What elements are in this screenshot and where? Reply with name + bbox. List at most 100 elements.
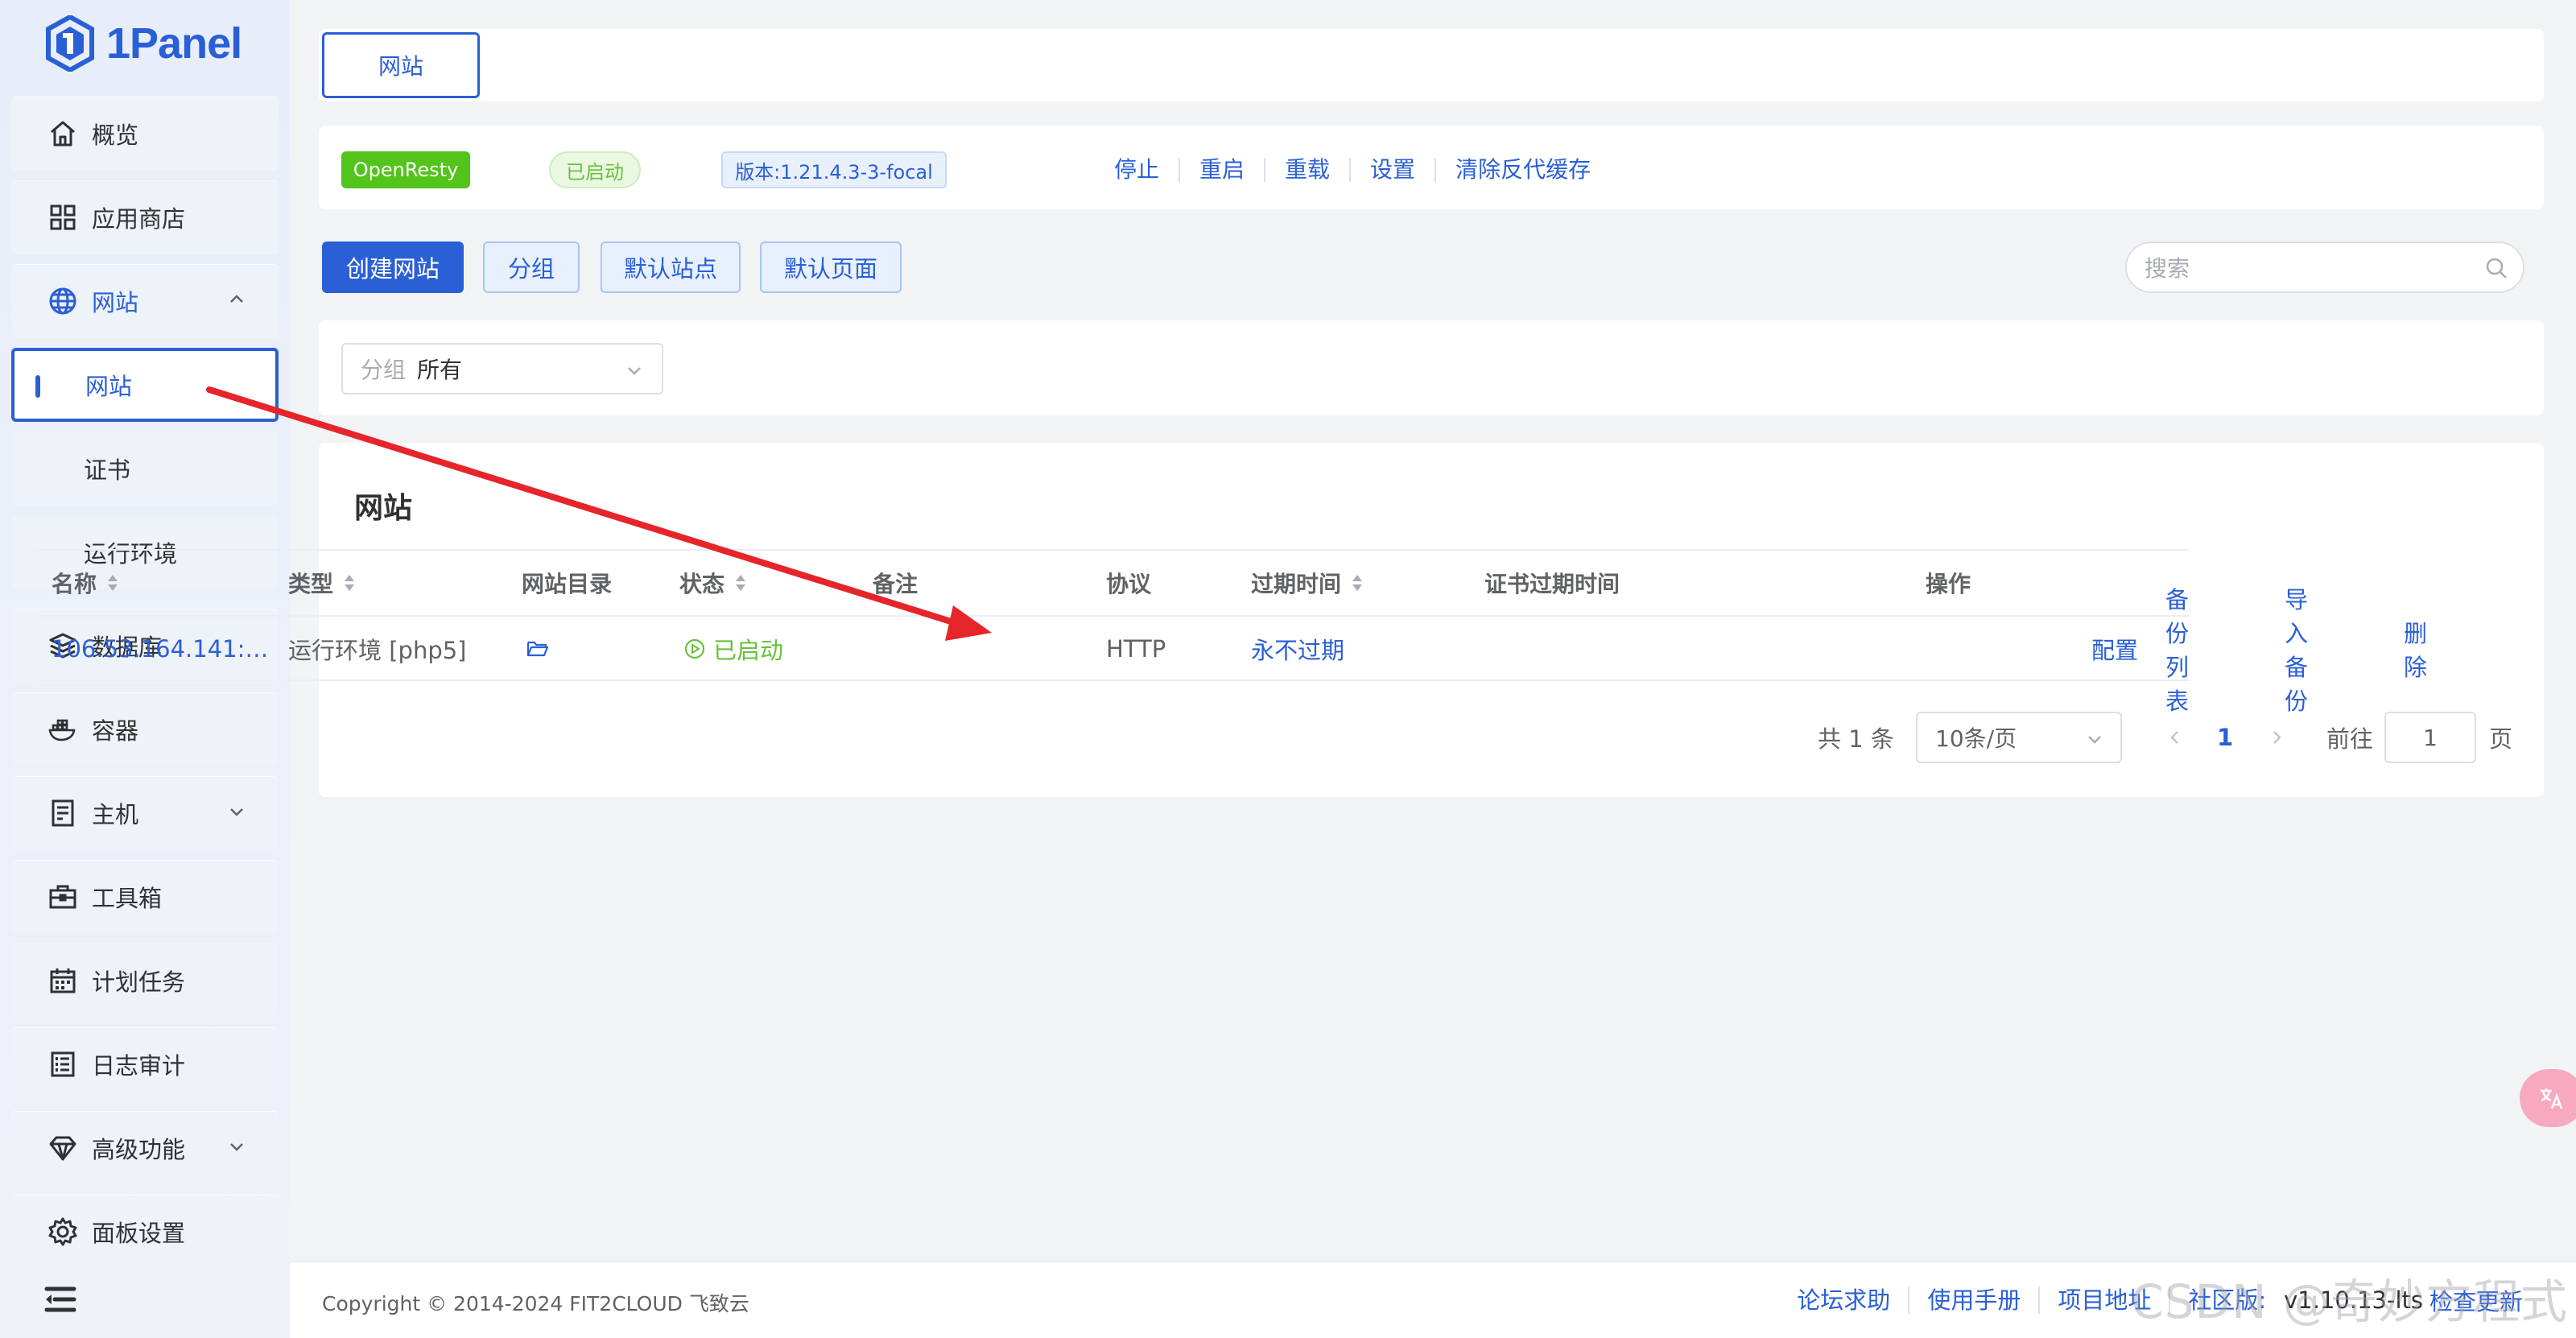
delete-button[interactable]: 删除 [2404,617,2427,681]
column-header-expire[interactable]: 过期时间 [1251,551,1364,615]
group-select[interactable]: 分组 所有 [341,343,663,394]
sidebar-item-overview[interactable]: 概览 [11,97,279,171]
app-name-tag: OpenResty [341,151,470,188]
logo[interactable]: 1Panel [45,14,242,72]
sidebar-subitem-label: 证书 [84,456,131,484]
column-label: 状态 [679,571,725,597]
chevron-up-icon [230,295,243,303]
globe-icon [47,285,79,317]
app-status-bar: OpenResty 已启动 版本:1.21.4.3-3-focal 停止 重启 … [319,126,2544,209]
chevron-left-icon[interactable] [2165,728,2185,747]
page-suffix: 页 [2489,725,2513,753]
sort-icon[interactable] [1351,572,1364,593]
stop-button[interactable]: 停止 [1114,158,1181,182]
server-icon [47,797,79,829]
sidebar-item-app-store[interactable]: 应用商店 [11,180,279,254]
sidebar-item-advanced[interactable]: 高级功能 [11,1111,279,1185]
sidebar-item-host[interactable]: 主机 [11,776,279,850]
1panel-logo-icon [46,15,94,72]
sort-icon[interactable] [106,572,119,593]
website-expire-link[interactable]: 永不过期 [1251,617,1344,681]
import-backup-button[interactable]: 导入备份 [2285,586,2308,715]
settings-button[interactable]: 设置 [1351,158,1437,182]
calendar-icon [47,964,79,997]
goto-page-input[interactable]: 1 [2384,712,2476,763]
chevron-down-icon [628,367,641,375]
tab-website[interactable]: 网站 [322,32,480,98]
tab-bar: 网站 [319,29,2544,101]
sort-icon[interactable] [343,572,356,593]
column-header-actions: 操作 [1926,551,1971,615]
sidebar-item-website[interactable]: 网站 [11,264,279,338]
group-button[interactable]: 分组 [483,242,580,293]
home-icon [47,118,79,150]
column-label: 协议 [1106,571,1152,597]
backup-list-button[interactable]: 备份列表 [2165,586,2190,715]
create-website-button[interactable]: 创建网站 [322,242,464,293]
column-label: 名称 [52,571,97,597]
chevron-down-icon [230,808,243,816]
reload-button[interactable]: 重载 [1265,158,1352,182]
goto-label: 前往 [2326,725,2374,753]
website-name-link[interactable]: 106.53.164.141:… [52,617,268,681]
chevron-down-icon [2088,736,2101,744]
column-header-type[interactable]: 类型 [288,551,356,615]
sidebar-item-label: 应用商店 [92,205,186,233]
forum-help-link[interactable]: 论坛求助 [1779,1286,1910,1314]
watermark: CSDN @奇妙方程式 [2131,1274,2568,1329]
default-page-button[interactable]: 默认页面 [760,242,902,293]
table-header: 名称 类型 网站目录 状态 备注 协议 过期时间 证书过期时间 操作 [35,549,2190,617]
column-header-name[interactable]: 名称 [52,551,119,615]
column-label: 备注 [873,571,919,597]
table-title: 网站 [354,492,413,525]
sidebar-item-label: 容器 [92,717,139,745]
column-label: 网站目录 [522,571,613,597]
user-manual-link[interactable]: 使用手册 [1909,1286,2041,1314]
sidebar-item-label: 网站 [92,289,139,316]
sort-icon[interactable] [734,572,747,593]
sidebar-item-toolbox[interactable]: 工具箱 [11,860,279,934]
config-button[interactable]: 配置 [2091,617,2138,681]
sidebar-item-logs[interactable]: 日志审计 [11,1027,279,1101]
filter-bar: 分组 所有 [319,320,2544,415]
column-header-status[interactable]: 状态 [679,551,747,615]
column-label: 类型 [288,571,334,597]
column-header-cert-expire: 证书过期时间 [1484,551,1620,615]
translate-button[interactable] [2520,1069,2576,1127]
sidebar-subitem-label: 网站 [85,373,133,400]
sidebar-item-container[interactable]: 容器 [11,692,279,766]
app-status-badge: 已启动 [549,151,641,188]
search-input[interactable]: 搜索 [2125,242,2524,293]
chevron-down-icon [230,1143,243,1151]
folder-open-icon[interactable] [526,639,549,659]
website-status[interactable]: 已启动 [684,617,783,681]
gear-icon [47,1216,79,1248]
grid-icon [47,201,79,233]
diamond-icon [47,1132,79,1164]
collapse-menu-icon[interactable] [43,1285,77,1314]
translate-icon [2541,1088,2563,1109]
docker-icon [47,713,79,745]
sidebar-item-cronjob[interactable]: 计划任务 [11,944,279,1018]
sidebar-item-label: 主机 [92,801,139,828]
sidebar-subitem-website[interactable]: 网站 [11,348,279,422]
sidebar-item-label: 面板设置 [92,1220,186,1247]
restart-button[interactable]: 重启 [1180,158,1266,182]
page-size-value: 10条/页 [1935,725,2017,752]
search-icon[interactable] [2484,256,2508,280]
default-site-button[interactable]: 默认站点 [601,242,741,293]
website-status-label: 已启动 [713,637,784,664]
clear-proxy-cache-button[interactable]: 清除反代缓存 [1436,158,1610,182]
play-circle-icon [684,638,705,659]
sidebar-item-label: 概览 [92,122,139,149]
column-header-site-dir: 网站目录 [522,551,612,615]
page-number-current[interactable]: 1 [2217,712,2233,763]
app-actions: 停止 重启 重载 设置 清除反代缓存 [1114,151,1610,188]
sidebar-item-settings[interactable]: 面板设置 [11,1195,279,1269]
chevron-right-icon[interactable] [2267,728,2286,747]
group-select-label: 分组 [361,357,407,383]
pagination-total: 共 1 条 [1818,725,1894,753]
sidebar-subitem-certificate[interactable]: 证书 [11,432,279,506]
page-size-select[interactable]: 10条/页 [1916,712,2122,763]
sidebar-item-label: 工具箱 [92,885,163,912]
